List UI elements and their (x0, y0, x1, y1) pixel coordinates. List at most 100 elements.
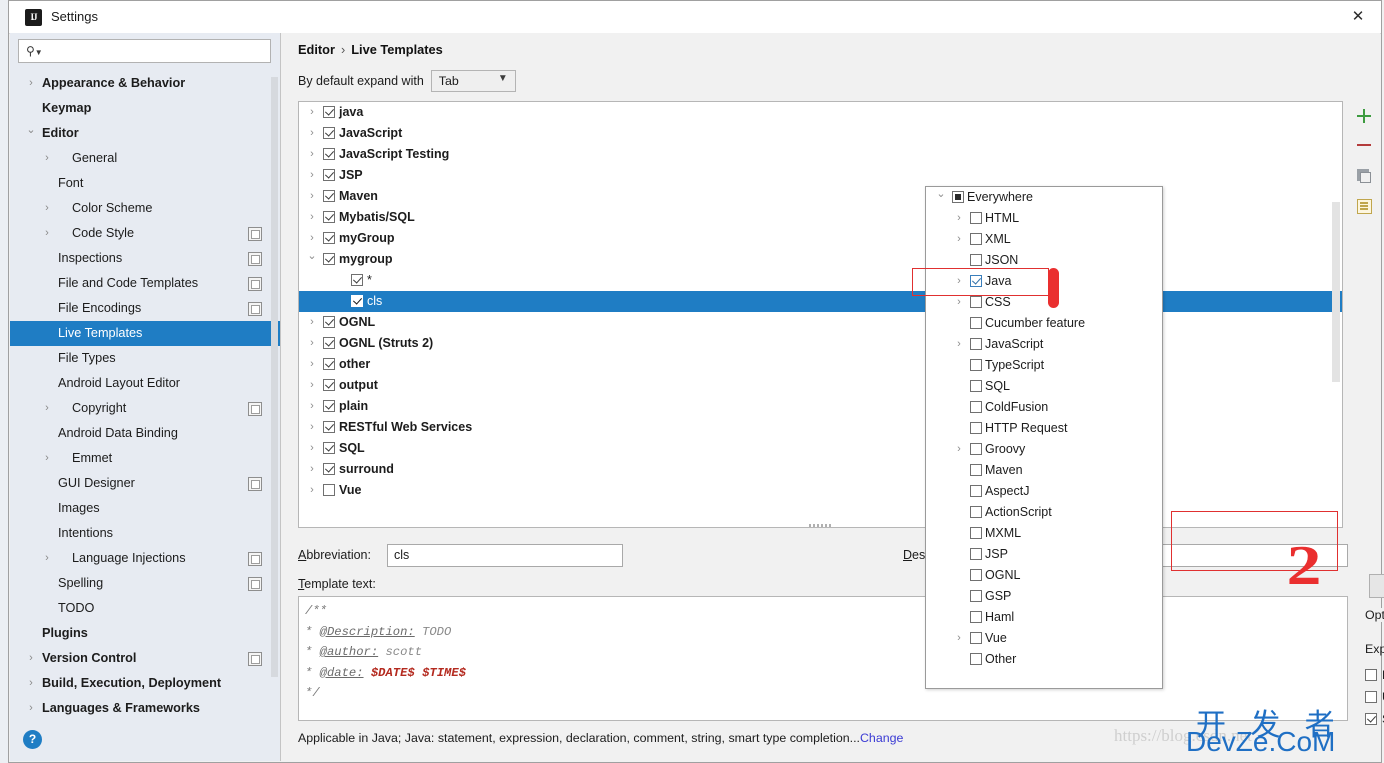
sidebar-item-copyright[interactable]: › Copyright (10, 396, 280, 421)
add-button[interactable] (1351, 101, 1377, 131)
popup-row[interactable]: Maven (926, 460, 1162, 481)
restore-button[interactable] (1351, 191, 1377, 221)
tree-row[interactable]: › OGNL (Struts 2) (299, 333, 1342, 354)
checkbox[interactable] (323, 190, 335, 202)
sidebar-item-plugins[interactable]: Plugins (10, 621, 280, 646)
popup-row[interactable]: ⌄ Everywhere (926, 187, 1162, 208)
tree-row[interactable]: › Mybatis/SQL (299, 207, 1342, 228)
popup-row[interactable]: › HTML (926, 208, 1162, 229)
popup-row[interactable]: MXML (926, 523, 1162, 544)
checkbox[interactable] (1365, 691, 1377, 703)
chevron-right-icon[interactable]: › (305, 228, 319, 249)
checkbox[interactable] (323, 463, 335, 475)
checkbox[interactable] (970, 569, 982, 581)
chevron-right-icon[interactable]: › (40, 546, 54, 571)
sidebar-item-editor[interactable]: ⌄ Editor (10, 121, 280, 146)
chevron-right-icon[interactable]: › (24, 646, 38, 671)
chevron-right-icon[interactable]: › (305, 144, 319, 165)
expand-with-select[interactable]: Tab ▼ (430, 70, 516, 92)
chevron-right-icon[interactable]: › (952, 271, 966, 292)
tree-row[interactable]: › output (299, 375, 1342, 396)
checkbox[interactable] (970, 359, 982, 371)
checkbox[interactable] (323, 358, 335, 370)
chevron-right-icon[interactable]: › (305, 459, 319, 480)
chevron-right-icon[interactable]: › (305, 396, 319, 417)
sidebar-item-general[interactable]: › General (10, 146, 280, 171)
chevron-right-icon[interactable]: › (305, 417, 319, 438)
popup-row[interactable]: Haml (926, 607, 1162, 628)
chevron-right-icon[interactable]: › (952, 292, 966, 313)
popup-row[interactable]: Cucumber feature (926, 313, 1162, 334)
tree-row[interactable]: › surround (299, 459, 1342, 480)
checkbox[interactable] (323, 484, 335, 496)
popup-row[interactable]: › Vue (926, 628, 1162, 649)
splitter-handle[interactable] (298, 522, 1343, 529)
sidebar-item-language-injections[interactable]: › Language Injections (10, 546, 280, 571)
checkbox[interactable] (970, 485, 982, 497)
sidebar-item-android-data-binding[interactable]: Android Data Binding (10, 421, 280, 446)
checkbox[interactable] (323, 421, 335, 433)
popup-row[interactable]: › XML (926, 229, 1162, 250)
tree-row[interactable]: * (299, 270, 1342, 291)
tree-row[interactable]: › Vue (299, 480, 1342, 501)
popup-row[interactable]: HTTP Request (926, 418, 1162, 439)
tree-row[interactable]: › SQL (299, 438, 1342, 459)
checkbox[interactable] (970, 611, 982, 623)
checkbox[interactable] (323, 169, 335, 181)
popup-row[interactable]: TypeScript (926, 355, 1162, 376)
sidebar-item-intentions[interactable]: Intentions (10, 521, 280, 546)
chevron-right-icon[interactable]: › (305, 480, 319, 501)
chevron-right-icon[interactable]: › (40, 396, 54, 421)
tree-row[interactable]: › RESTful Web Services (299, 417, 1342, 438)
chevron-right-icon[interactable]: › (952, 334, 966, 355)
sidebar-item-keymap[interactable]: Keymap (10, 96, 280, 121)
tree-row[interactable]: cls (299, 291, 1342, 312)
sidebar-item-build-execution-deployment[interactable]: › Build, Execution, Deployment (10, 671, 280, 696)
popup-row[interactable]: JSON (926, 250, 1162, 271)
popup-row[interactable]: JSP (926, 544, 1162, 565)
chevron-right-icon[interactable]: › (952, 208, 966, 229)
sidebar-scrollbar[interactable] (271, 77, 278, 677)
checkbox[interactable] (970, 275, 982, 287)
context-language-popup[interactable]: ⌄ Everywhere › HTML › XML JSON › Java › CSS Cucumbe… (925, 186, 1163, 689)
duplicate-button[interactable] (1351, 161, 1377, 191)
checkbox[interactable] (351, 274, 363, 286)
chevron-right-icon[interactable]: › (40, 446, 54, 471)
checkbox[interactable] (970, 317, 982, 329)
sidebar-item-gui-designer[interactable]: GUI Designer (10, 471, 280, 496)
checkbox[interactable] (970, 590, 982, 602)
checkbox[interactable] (323, 232, 335, 244)
popup-row[interactable]: OGNL (926, 565, 1162, 586)
chevron-right-icon[interactable]: › (952, 439, 966, 460)
chevron-right-icon[interactable]: › (40, 146, 54, 171)
sidebar-item-live-templates[interactable]: Live Templates (10, 321, 280, 346)
checkbox[interactable] (970, 464, 982, 476)
checkbox[interactable] (970, 422, 982, 434)
chevron-right-icon[interactable]: › (40, 196, 54, 221)
popup-row[interactable]: › CSS (926, 292, 1162, 313)
checkbox[interactable] (323, 400, 335, 412)
checkbox[interactable] (970, 233, 982, 245)
template-text-editor[interactable]: /** * @Description: TODO * @author: scot… (298, 596, 1348, 721)
close-icon[interactable]: ✕ (1335, 1, 1381, 32)
tree-row[interactable]: › JavaScript Testing (299, 144, 1342, 165)
checkbox[interactable] (970, 212, 982, 224)
chevron-right-icon[interactable]: › (305, 186, 319, 207)
checkbox[interactable] (323, 253, 335, 265)
tree-row[interactable]: › JSP (299, 165, 1342, 186)
checkbox[interactable] (323, 211, 335, 223)
chevron-right-icon[interactable]: › (952, 229, 966, 250)
checkbox[interactable] (970, 296, 982, 308)
tree-row[interactable]: › java (299, 102, 1342, 123)
checkbox[interactable] (323, 379, 335, 391)
tree-row[interactable]: › myGroup (299, 228, 1342, 249)
help-button[interactable]: ? (23, 730, 42, 749)
sidebar-item-languages-frameworks[interactable]: › Languages & Frameworks (10, 696, 280, 721)
abbreviation-input[interactable]: cls (387, 544, 623, 567)
popup-row[interactable]: › JavaScript (926, 334, 1162, 355)
chevron-right-icon[interactable]: › (24, 71, 38, 96)
checkbox[interactable] (1365, 669, 1377, 681)
sidebar-item-spelling[interactable]: Spelling (10, 571, 280, 596)
chevron-right-icon[interactable]: › (305, 102, 319, 123)
sidebar-item-emmet[interactable]: › Emmet (10, 446, 280, 471)
